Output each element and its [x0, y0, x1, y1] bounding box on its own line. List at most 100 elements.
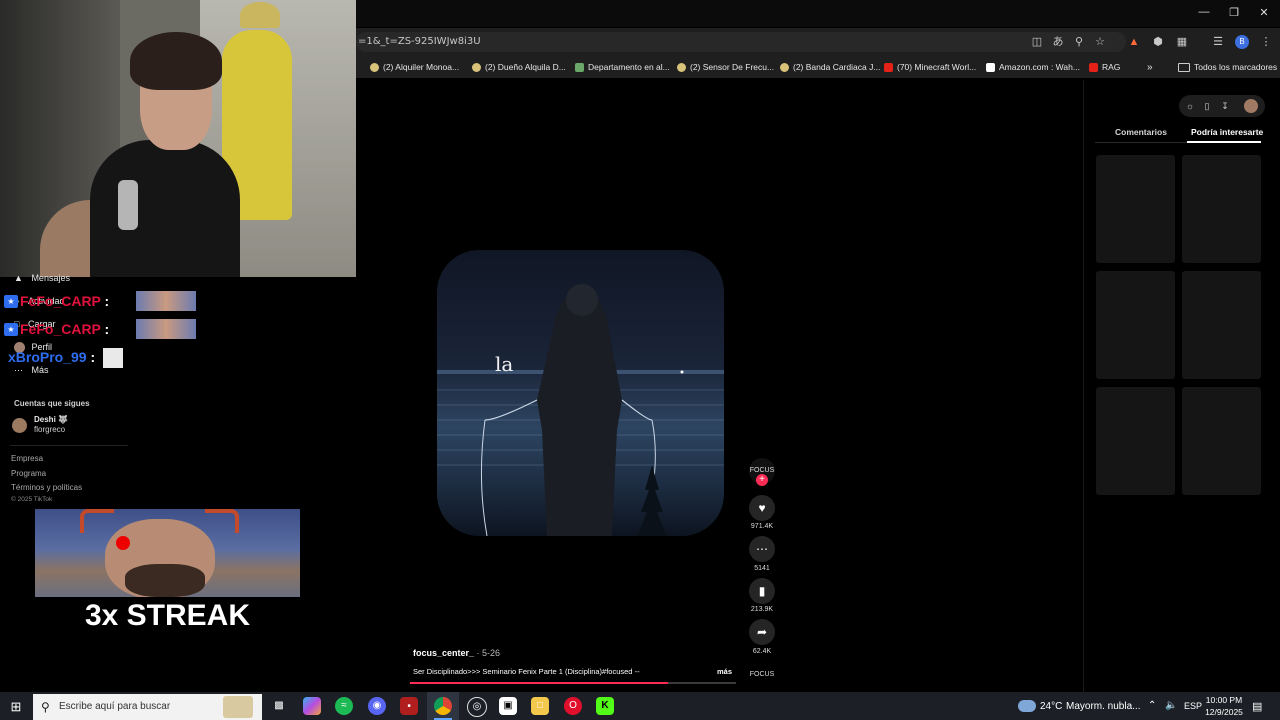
recommended-thumbnail[interactable] [1096, 271, 1175, 379]
video-player[interactable]: la [437, 250, 724, 536]
chat-username: FeFo_CARP : [20, 293, 110, 309]
phone-icon[interactable]: ▯ [1200, 99, 1214, 113]
obs-icon[interactable]: ◎ [467, 697, 487, 717]
like-button[interactable]: ♥ [749, 495, 775, 521]
avatar[interactable] [1244, 99, 1258, 113]
extension-fox-icon[interactable]: ▲ [1127, 35, 1141, 49]
zoom-icon[interactable]: ⚲ [1072, 35, 1086, 49]
bookmarks-overflow-button[interactable]: » [1147, 60, 1153, 74]
minimize-button[interactable]: — [1194, 6, 1214, 18]
opera-icon[interactable]: O [564, 697, 582, 715]
bookmark-item[interactable]: RAG [1089, 60, 1120, 74]
chat-username: xBroPro_99 : [8, 349, 96, 365]
video-progress-bar[interactable] [410, 682, 736, 684]
extension-icon[interactable]: ⬢ [1151, 35, 1165, 49]
file-explorer-icon[interactable]: □ [531, 697, 549, 715]
clock-date[interactable]: 12/9/2025 [1204, 707, 1244, 717]
discord-icon[interactable]: ◉ [368, 697, 386, 715]
heart-icon: ♥ [758, 501, 766, 515]
comment-count: 5141 [754, 565, 770, 572]
share-button[interactable]: ➦ [749, 619, 775, 645]
divider [10, 445, 128, 446]
restore-button[interactable]: ❐ [1224, 6, 1244, 19]
face-icon [472, 62, 481, 72]
download-icon[interactable]: ↧ [1218, 99, 1232, 113]
chevron-up-icon[interactable]: ⌃ [1148, 700, 1156, 711]
bookmark-label: Amazon.com : Wah... [999, 62, 1080, 72]
share-count: 62.4K [752, 648, 772, 655]
sound-disc[interactable]: FOCUS [749, 666, 775, 684]
recommended-thumbnail[interactable] [1096, 155, 1175, 263]
install-app-icon[interactable]: ◫ [1030, 35, 1044, 49]
video-author[interactable]: focus_center_ [413, 648, 474, 658]
compass-icon[interactable]: ☼ [1183, 99, 1197, 113]
video-date: · 5-26 [476, 648, 501, 658]
task-view-icon[interactable]: ▩ [270, 697, 288, 715]
bookmark-star-icon[interactable]: ☆ [1093, 35, 1107, 49]
bookmark-icon: ▮ [758, 584, 766, 598]
footer-link[interactable]: Empresa [11, 454, 43, 463]
following-handle[interactable]: florgreco [34, 425, 65, 434]
bookmark-label: (2) Banda Cardiaca J... [793, 62, 881, 72]
following-name[interactable]: Deshi 🐺 [34, 415, 68, 424]
taskbar-search[interactable]: ⚲ Escribe aquí para buscar [33, 694, 262, 720]
bookmark-item[interactable]: Amazon.com : Wah... [986, 60, 1080, 74]
bookmark-item[interactable]: (2) Banda Cardiaca J... [780, 60, 880, 74]
nav-mas[interactable]: ⋯ Más [14, 365, 49, 376]
notifications-icon[interactable]: ▤ [1252, 700, 1262, 713]
puzzle-extensions-icon[interactable]: ▦ [1175, 35, 1189, 49]
beard [125, 564, 205, 597]
all-bookmarks-label: Todos los marcadores [1194, 62, 1278, 72]
volume-icon[interactable]: 🔈 [1165, 700, 1177, 711]
bookmark-item[interactable]: (2) Alquiler Monoa... [370, 60, 459, 74]
translate-icon[interactable]: あ [1051, 35, 1065, 49]
address-bar[interactable]: =1&_t=ZS-925IWJw8i3U [356, 32, 1126, 52]
recommended-thumbnail[interactable] [1182, 271, 1261, 379]
folder-icon [1178, 62, 1190, 72]
bookmark-label: Departamento en al... [588, 62, 670, 72]
avatar[interactable] [12, 418, 27, 433]
youtube-icon [1089, 62, 1098, 72]
windows-start-icon[interactable]: ⊞ [8, 699, 24, 715]
amazon-icon [986, 62, 995, 72]
capcut-icon[interactable]: ▣ [499, 697, 517, 715]
kick-icon[interactable]: K [596, 697, 614, 715]
red-nose [116, 536, 130, 550]
webcam-feed [0, 0, 356, 277]
all-bookmarks-button[interactable]: Todos los marcadores [1178, 60, 1277, 74]
spotify-icon[interactable]: ≈ [335, 697, 353, 715]
comment-icon: ⋯ [756, 542, 768, 556]
antler [80, 509, 114, 533]
language-indicator[interactable]: ESP [1184, 701, 1202, 711]
active-tab-indicator [1187, 141, 1261, 143]
close-button[interactable]: ✕ [1254, 6, 1274, 19]
recommended-thumbnail[interactable] [1182, 387, 1261, 495]
follow-plus-icon[interactable]: + [756, 474, 768, 486]
comment-button[interactable]: ⋯ [749, 536, 775, 562]
voice-app-icon[interactable]: ■ [400, 697, 418, 715]
bookmark-item[interactable]: (2) Sensor De Frecu... [677, 60, 774, 74]
bookmark-item[interactable]: Departamento en al... [575, 60, 670, 74]
chat-emote-image [103, 348, 123, 368]
save-count: 213.9K [750, 606, 774, 613]
recommended-thumbnail[interactable] [1096, 387, 1175, 495]
chat-badge-icon: ★ [4, 295, 18, 308]
weather-desc[interactable]: Mayorm. nubla... [1066, 701, 1140, 712]
media-control-icon[interactable]: ☰ [1211, 35, 1225, 49]
menu-kebab-icon[interactable]: ⋮ [1259, 35, 1273, 49]
chrome-icon[interactable] [434, 697, 452, 715]
save-button[interactable]: ▮ [749, 578, 775, 604]
footer-link[interactable]: Programa [11, 469, 46, 478]
bookmark-item[interactable]: (70) Minecraft Worl... [884, 60, 976, 74]
more-link[interactable]: más [717, 667, 732, 676]
tab-podria-interesarte[interactable]: Podría interesarte [1191, 127, 1263, 137]
tab-comentarios[interactable]: Comentarios [1115, 127, 1167, 137]
weather-temp[interactable]: 24°C [1040, 701, 1062, 712]
copilot-icon[interactable] [303, 697, 321, 715]
profile-avatar[interactable]: B [1235, 35, 1249, 49]
nav-mensajes[interactable]: ▲ Mensajes [14, 273, 70, 283]
recommended-thumbnail[interactable] [1182, 155, 1261, 263]
clock-time[interactable]: 10:00 PM [1204, 695, 1244, 705]
footer-link[interactable]: Términos y políticas [11, 483, 82, 492]
bookmark-item[interactable]: (2) Dueño Alquila D... [472, 60, 566, 74]
